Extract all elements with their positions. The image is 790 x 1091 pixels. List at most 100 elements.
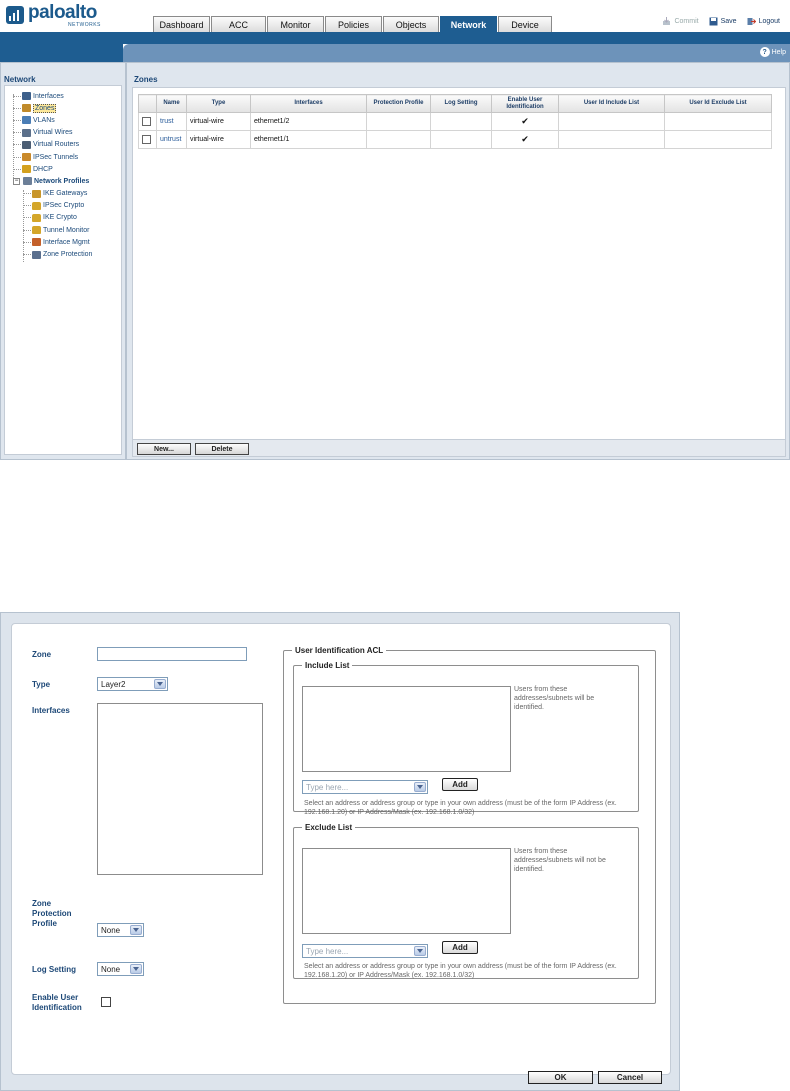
exclude-list-box[interactable]: [302, 848, 511, 934]
logout-icon: [747, 18, 756, 25]
ok-button[interactable]: OK: [528, 1071, 593, 1084]
zone-name-input[interactable]: [97, 647, 247, 661]
header-bar: [0, 32, 790, 44]
sidebar-item-virtual-wires[interactable]: Virtual Wires: [9, 127, 121, 139]
zone-protection-profile-select[interactable]: None: [97, 923, 144, 937]
tab-dashboard[interactable]: Dashboard: [153, 16, 210, 32]
column-header-enable-user-id[interactable]: Enable User Identification: [491, 94, 559, 113]
logout-link[interactable]: Logout: [747, 17, 780, 26]
include-help-text: Select an address or address group or ty…: [304, 800, 617, 816]
sidebar-item-interfaces[interactable]: Interfaces: [9, 90, 121, 102]
new-zone-button[interactable]: New...: [137, 443, 191, 455]
lock-icon: [32, 201, 41, 210]
include-add-button[interactable]: Add: [442, 778, 478, 791]
sidebar-item-label: Virtual Routers: [33, 141, 80, 149]
sidebar-item-ike-gateways[interactable]: IKE Gateways: [9, 188, 121, 200]
type-selected-value: Layer2: [101, 679, 126, 689]
main-tabs: Dashboard ACC Monitor Policies Objects N…: [153, 16, 553, 32]
include-list-box[interactable]: [302, 686, 511, 772]
chevron-down-icon: [414, 946, 426, 956]
zone-name-link[interactable]: trust: [156, 112, 187, 131]
enable-user-id-checkbox[interactable]: [101, 997, 111, 1007]
sidebar-item-zone-protection[interactable]: Zone Protection: [9, 248, 121, 260]
zone-label: Zone: [32, 650, 52, 659]
log-setting-label: Log Setting: [32, 965, 76, 974]
sidebar-item-network-profiles[interactable]: − Network Profiles: [9, 175, 121, 187]
sidebar-item-dhcp[interactable]: DHCP: [9, 163, 121, 175]
top-links: Commit Save Logout: [662, 17, 780, 26]
zpp-selected-value: None: [101, 925, 121, 935]
zones-button-bar: New... Delete: [133, 439, 785, 456]
tab-monitor[interactable]: Monitor: [267, 16, 324, 32]
virtual-wires-icon: [22, 128, 31, 137]
sidebar-item-virtual-routers[interactable]: Virtual Routers: [9, 139, 121, 151]
help-icon: ?: [759, 47, 770, 57]
row-checkbox[interactable]: [142, 117, 151, 126]
exclude-list-legend: Exclude List: [305, 823, 353, 832]
exclude-address-select[interactable]: Type here...: [302, 944, 428, 958]
sidebar-item-vlans[interactable]: VLANs: [9, 114, 121, 126]
sidebar-item-ipsec-crypto[interactable]: IPSec Crypto: [9, 200, 121, 212]
help-link[interactable]: ? Help: [759, 47, 786, 57]
zone-protection-profile: [366, 130, 431, 149]
exclude-add-button[interactable]: Add: [442, 941, 478, 954]
column-header-interfaces[interactable]: Interfaces: [250, 94, 367, 113]
help-label: Help: [771, 48, 786, 56]
zone-type: virtual-wire: [186, 130, 251, 149]
zone-dialog: Zone Type Layer2 Interfaces Zone Protect…: [0, 612, 680, 1091]
user-id-acl-legend: User Identification ACL: [295, 646, 384, 655]
zone-protection-profile-label: Zone Protection Profile: [32, 899, 72, 928]
zone-name-link[interactable]: untrust: [156, 130, 187, 149]
sidebar-item-label: IKE Gateways: [43, 190, 88, 198]
zone-exclude-list: [664, 112, 772, 131]
lock-icon: [32, 213, 41, 222]
sidebar-item-interface-mgmt[interactable]: Interface Mgmt: [9, 236, 121, 248]
tab-acc[interactable]: ACC: [211, 16, 266, 32]
save-link[interactable]: Save: [709, 17, 737, 26]
collapse-icon[interactable]: −: [13, 177, 20, 185]
commit-link[interactable]: Commit: [662, 17, 699, 26]
include-address-select[interactable]: Type here...: [302, 780, 428, 794]
exclude-list-note: Users from these addresses/subnets will …: [514, 848, 606, 873]
type-select[interactable]: Layer2: [97, 677, 168, 691]
logo-subtext: NETWORKS: [68, 22, 101, 28]
column-header-log-setting[interactable]: Log Setting: [430, 94, 492, 113]
interfaces-listbox[interactable]: [97, 703, 263, 875]
interfaces-label: Interfaces: [32, 706, 70, 715]
sidebar-item-ike-crypto[interactable]: IKE Crypto: [9, 212, 121, 224]
logo-text: paloalto: [28, 2, 97, 23]
column-header-protection-profile[interactable]: Protection Profile: [366, 94, 431, 113]
column-header-exclude-list[interactable]: User Id Exclude List: [664, 94, 772, 113]
zones-title: Zones: [134, 75, 158, 84]
delete-zone-button[interactable]: Delete: [195, 443, 249, 455]
cancel-button[interactable]: Cancel: [598, 1071, 662, 1084]
tab-network[interactable]: Network: [440, 16, 497, 32]
exclude-placeholder: Type here...: [306, 946, 349, 956]
sidebar-item-label: IPSec Tunnels: [33, 153, 79, 161]
sidebar-item-label: Interface Mgmt: [43, 238, 90, 246]
log-setting-select[interactable]: None: [97, 962, 144, 976]
logout-label: Logout: [758, 18, 780, 25]
sub-toolbar: ? Help: [123, 44, 790, 62]
vlans-icon: [22, 116, 31, 125]
column-header-include-list[interactable]: User Id Include List: [558, 94, 665, 113]
sidebar-item-tunnel-monitor[interactable]: Tunnel Monitor: [9, 224, 121, 236]
tab-device[interactable]: Device: [498, 16, 552, 32]
column-header-type[interactable]: Type: [186, 94, 251, 113]
chevron-down-icon: [414, 782, 426, 792]
sidebar-item-ipsec-tunnels[interactable]: IPSec Tunnels: [9, 151, 121, 163]
ipsec-tunnels-icon: [22, 153, 31, 162]
tab-objects[interactable]: Objects: [383, 16, 439, 32]
zones-table: Name Type Interfaces Protection Profile …: [138, 94, 772, 149]
enable-user-id-label: Enable User Identification: [32, 993, 82, 1012]
user-id-checkmark-icon: ✔: [491, 112, 559, 131]
sidebar-title: Network: [4, 75, 36, 84]
column-header-name[interactable]: Name: [156, 94, 187, 113]
zone-exclude-list: [664, 130, 772, 149]
sidebar-item-label: DHCP: [33, 165, 53, 173]
sidebar-item-zones[interactable]: Zones: [9, 102, 121, 114]
row-checkbox[interactable]: [142, 135, 151, 144]
commit-icon: [663, 17, 671, 25]
tab-policies[interactable]: Policies: [325, 16, 382, 32]
virtual-routers-icon: [22, 140, 31, 149]
